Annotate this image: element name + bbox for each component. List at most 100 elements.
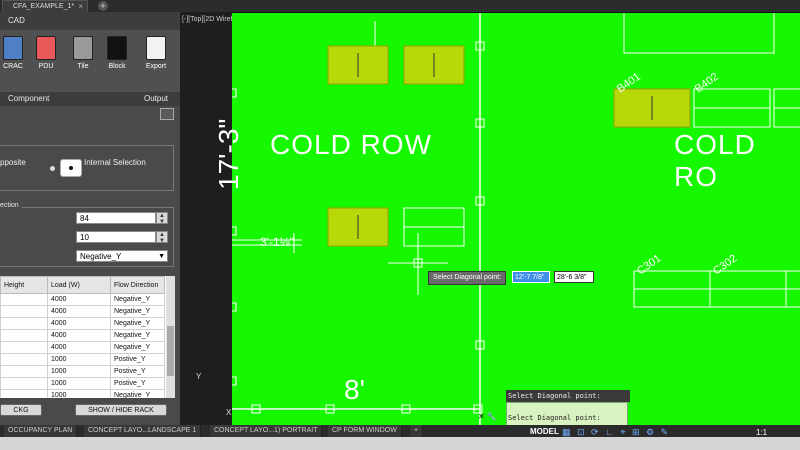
table-row[interactable]: 4000 Negative_Y <box>0 317 165 330</box>
home-icon[interactable] <box>160 108 174 120</box>
internal-selection-label: Internal Selection <box>84 158 146 167</box>
taskbar <box>0 437 800 450</box>
table-cell: 1000 <box>47 365 111 378</box>
table-cell <box>0 329 48 342</box>
table-cell: 4000 <box>47 341 111 354</box>
dynamic-input-x[interactable]: 12'-7 7/8" <box>512 271 550 283</box>
table-cell: Negative_Y <box>110 329 165 342</box>
opposite-radio[interactable] <box>50 166 55 171</box>
table-row[interactable]: 1000 Negative_Y <box>0 389 165 398</box>
table-row[interactable]: 1000 Postive_Y <box>0 353 165 366</box>
table-row[interactable]: 4000 Negative_Y <box>0 329 165 342</box>
crac-button[interactable]: CRAC <box>2 36 24 78</box>
table-row[interactable]: 1000 Postive_Y <box>0 377 165 390</box>
tab-cp-form-window[interactable]: CP FORM WINDOW <box>328 425 402 437</box>
document-tab-title: CFA_EXAMPLE_1* <box>13 3 75 10</box>
drawing-canvas[interactable]: COLD ROW COLD RO B401 B402 C301 C302 <box>232 13 800 425</box>
section-component: Component <box>8 94 50 103</box>
bottom-dimension: 8' <box>344 374 365 405</box>
export-button[interactable]: Export <box>145 36 167 78</box>
pdu-label: PDU <box>38 63 54 70</box>
table-cell: Negative_Y <box>110 389 165 398</box>
table-cell: Postive_Y <box>110 365 165 378</box>
dynamic-input-prompt: Select Diagonal point: <box>428 271 507 285</box>
table-cell <box>0 305 48 318</box>
command-history: Select Diagonal point: <box>506 390 630 402</box>
flow-direction-select[interactable]: Negative_Y ▼ <box>76 250 168 262</box>
crac-label: CRAC <box>3 63 23 70</box>
tab-concept-portrait[interactable]: CONCEPT LAYO...1) PORTRAIT <box>210 425 323 437</box>
export-label: Export <box>145 63 167 70</box>
opposite-option-label: pposite <box>0 158 26 167</box>
table-cell: Postive_Y <box>110 353 165 366</box>
column-header[interactable]: Load (W) <box>47 276 111 294</box>
add-layout-button[interactable]: + <box>410 425 424 437</box>
value-input-2[interactable]: 10 <box>76 231 156 243</box>
table-cell <box>0 317 48 330</box>
vertical-dimension: 17'-3" <box>213 118 244 190</box>
model-space-button[interactable]: MODEL <box>530 427 559 436</box>
table-cell: Negative_Y <box>110 305 165 318</box>
ucs-y-label: Y <box>196 372 202 381</box>
table-cell: Negative_Y <box>110 317 165 330</box>
table-row[interactable]: 4000 Negative_Y <box>0 293 165 306</box>
cold-row-label-2: COLD RO <box>674 129 756 192</box>
value-input-1[interactable]: 84 <box>76 212 156 224</box>
table-cell: 4000 <box>47 329 111 342</box>
chevron-down-icon: ▼ <box>158 253 165 260</box>
tile-icon <box>73 36 93 60</box>
rack-table: Height Load (W) Flow Direction 4000 Negat… <box>0 276 175 398</box>
table-cell: 4000 <box>47 293 111 306</box>
tile-label: Tile <box>77 63 89 70</box>
table-cell <box>0 353 48 366</box>
pdu-button[interactable]: PDU <box>35 36 57 78</box>
selection-options-box <box>0 145 174 191</box>
section-output: Output <box>144 94 169 103</box>
table-row[interactable]: 4000 Negative_Y <box>0 305 165 318</box>
block-button[interactable]: Block <box>106 36 128 78</box>
table-cell: Postive_Y <box>110 377 165 390</box>
table-row[interactable]: 1000 Postive_Y <box>0 365 165 378</box>
tab-concept-landscape[interactable]: CONCEPT LAYO...LANDSCAPE 1 <box>84 425 202 437</box>
table-cell <box>0 389 48 398</box>
dynamic-input-y[interactable]: 28'-6 3/8" <box>554 271 594 283</box>
command-prompt: Select Diagonal point: <box>508 414 601 422</box>
table-cell <box>0 377 48 390</box>
table-row[interactable]: 4000 Negative_Y <box>0 341 165 354</box>
table-cell: 4000 <box>47 317 111 330</box>
document-tab[interactable]: CFA_EXAMPLE_1* × <box>2 0 88 12</box>
table-cell <box>0 293 48 306</box>
crosshair-cursor <box>388 233 448 295</box>
internal-selection-radio[interactable] <box>60 159 82 177</box>
add-tab-button[interactable]: + <box>98 1 108 11</box>
table-cell: 1000 <box>47 389 111 398</box>
tile-button[interactable]: Tile <box>72 36 94 78</box>
table-cell: 1000 <box>47 353 111 366</box>
crac-icon <box>3 36 23 60</box>
table-cell: 1000 <box>47 377 111 390</box>
block-label: Block <box>108 63 126 70</box>
export-icon <box>146 36 166 60</box>
table-cell <box>0 365 48 378</box>
table-cell <box>0 341 48 354</box>
table-cell: Negative_Y <box>110 293 165 306</box>
spinner-1[interactable]: ▲ ▼ <box>156 212 168 225</box>
command-tools-icon[interactable]: ✕ 🔧 <box>478 412 497 421</box>
ribbon-section-labels: Component Output <box>0 92 180 106</box>
annotation-scale[interactable]: 1:1 <box>756 428 767 437</box>
panel-header: CAD <box>0 12 180 30</box>
column-header[interactable]: Flow Direction <box>110 276 165 294</box>
table-cell: Negative_Y <box>110 341 165 354</box>
layout-tabs: OCCUPANCY PLAN CONCEPT LAYO...LANDSCAPE … <box>0 425 800 437</box>
ckg-button[interactable]: CKG <box>0 404 42 416</box>
direction-group-title: ection <box>0 202 22 209</box>
spinner-2[interactable]: ▲ ▼ <box>156 231 168 244</box>
table-scroll-thumb[interactable] <box>167 326 174 376</box>
ucs-x-label: X <box>226 408 232 417</box>
pdu-icon <box>36 36 56 60</box>
show-hide-rack-button[interactable]: SHOW / HIDE RACK <box>75 404 167 416</box>
flow-direction-value: Negative_Y <box>80 252 122 261</box>
tab-occupancy-plan[interactable]: OCCUPANCY PLAN <box>4 425 78 437</box>
column-header[interactable]: Height <box>0 276 48 294</box>
block-icon <box>107 36 127 60</box>
